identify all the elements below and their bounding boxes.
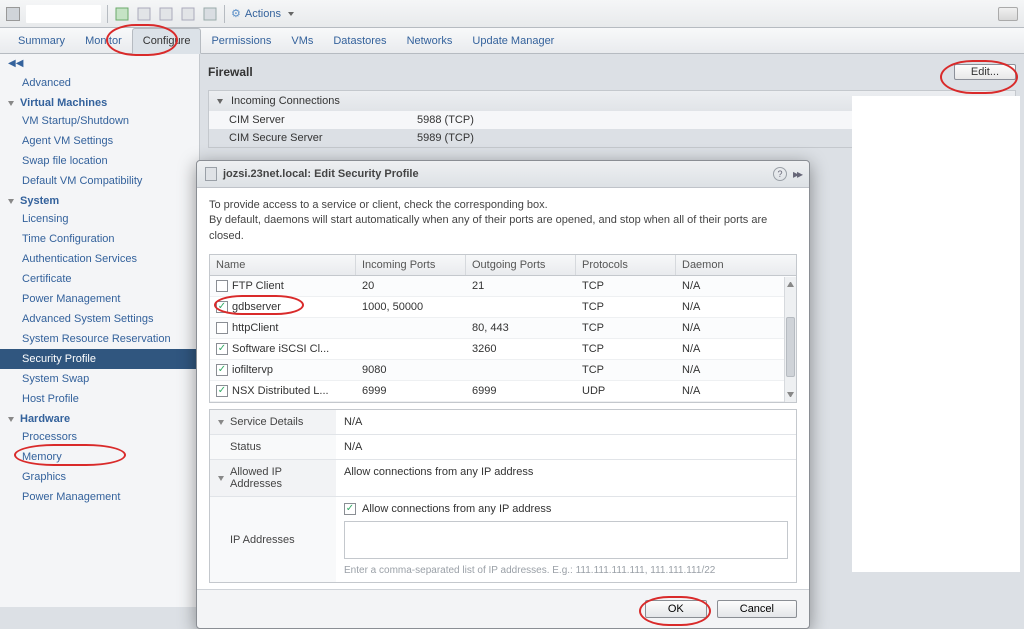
outgoing-ports: 6999 (466, 381, 576, 401)
table-row[interactable]: FTP Client 2021TCPN/A (210, 276, 796, 297)
service-name: Software iSCSI Cl... (232, 343, 329, 355)
dialog-intro: To provide access to a service or client… (209, 198, 797, 213)
protocols: TCP (576, 360, 676, 380)
scroll-down-icon[interactable] (787, 392, 794, 399)
table-row[interactable]: iofiltervp 9080 TCPN/A (210, 360, 796, 381)
incoming-ports: 20 (356, 276, 466, 296)
service-name: NSX Distributed L... (232, 385, 329, 397)
outgoing-ports (466, 366, 576, 374)
detail-panel: Service Details N/A Status N/A Allowed I… (209, 409, 797, 583)
table-body: FTP Client2021TCPN/Agdbserver1000, 50000… (210, 276, 796, 402)
col-protocols[interactable]: Protocols (576, 255, 676, 275)
ip-addresses-label: IP Addresses (210, 497, 336, 582)
protocols: TCP (576, 297, 676, 317)
table-row[interactable]: httpClient 80, 443TCPN/A (210, 318, 796, 339)
dialog-title: jozsi.23net.local: Edit Security Profile (223, 168, 767, 180)
col-outports[interactable]: Outgoing Ports (466, 255, 576, 275)
protocols: UDP (576, 381, 676, 401)
allowed-ip-value: Allow connections from any IP address (336, 460, 796, 496)
service-checkbox[interactable] (216, 343, 228, 355)
allow-any-checkbox-row[interactable]: Allow connections from any IP address (344, 503, 788, 515)
service-checkbox[interactable] (216, 385, 228, 397)
status-value: N/A (336, 435, 796, 459)
dialog-footer: OK Cancel (197, 589, 809, 628)
scroll-thumb[interactable] (786, 317, 795, 377)
ip-list-textarea[interactable] (344, 521, 788, 559)
daemon: N/A (676, 297, 796, 317)
service-name: iofiltervp (232, 364, 273, 376)
protocols: TCP (576, 339, 676, 359)
service-name: gdbserver (232, 301, 281, 313)
table-row[interactable]: gdbserver 1000, 50000 TCPN/A (210, 297, 796, 318)
status-label: Status (210, 435, 336, 459)
outgoing-ports: 80, 443 (466, 318, 576, 338)
incoming-ports (356, 324, 466, 332)
dialog-body: To provide access to a service or client… (197, 188, 809, 589)
allow-any-label: Allow connections from any IP address (362, 503, 551, 515)
service-checkbox[interactable] (216, 301, 228, 313)
allow-any-checkbox[interactable] (344, 503, 356, 515)
incoming-ports (356, 345, 466, 353)
daemon: N/A (676, 318, 796, 338)
protocols: TCP (576, 276, 676, 296)
outgoing-ports (466, 303, 576, 311)
daemon: N/A (676, 276, 796, 296)
table-row[interactable]: Software iSCSI Cl... 3260TCPN/A (210, 339, 796, 360)
service-details-value: N/A (336, 410, 796, 434)
incoming-ports: 6999 (356, 381, 466, 401)
scrollbar[interactable] (784, 277, 796, 402)
service-name: FTP Client (232, 280, 284, 292)
daemon: N/A (676, 360, 796, 380)
outgoing-ports: 21 (466, 276, 576, 296)
help-icon[interactable]: ? (773, 167, 787, 181)
services-table: Name Incoming Ports Outgoing Ports Proto… (209, 254, 797, 403)
service-checkbox[interactable] (216, 322, 228, 334)
scroll-up-icon[interactable] (787, 280, 794, 287)
col-daemon[interactable]: Daemon (676, 255, 796, 275)
host-icon (205, 167, 217, 181)
dialog-intro: By default, daemons will start automatic… (209, 213, 797, 244)
incoming-ports: 9080 (356, 360, 466, 380)
cancel-button[interactable]: Cancel (717, 600, 797, 618)
edit-security-profile-dialog: jozsi.23net.local: Edit Security Profile… (196, 160, 810, 629)
incoming-ports: 1000, 50000 (356, 297, 466, 317)
daemon: N/A (676, 339, 796, 359)
daemon: N/A (676, 381, 796, 401)
popout-icon[interactable]: ▸▸ (793, 167, 801, 181)
col-inports[interactable]: Incoming Ports (356, 255, 466, 275)
outgoing-ports: 3260 (466, 339, 576, 359)
chevron-down-icon (218, 476, 224, 481)
dialog-titlebar[interactable]: jozsi.23net.local: Edit Security Profile… (197, 161, 809, 188)
service-checkbox[interactable] (216, 364, 228, 376)
protocols: TCP (576, 318, 676, 338)
ok-button[interactable]: OK (645, 600, 707, 618)
service-name: httpClient (232, 322, 278, 334)
chevron-down-icon (218, 420, 224, 425)
col-name[interactable]: Name (210, 255, 356, 275)
allowed-ip-header[interactable]: Allowed IP Addresses (210, 460, 336, 496)
table-row[interactable]: NSX Distributed L...69996999UDPN/A (210, 381, 796, 402)
table-header: Name Incoming Ports Outgoing Ports Proto… (210, 255, 796, 276)
ip-hint: Enter a comma-separated list of IP addre… (344, 559, 788, 576)
ip-addresses-cell: Allow connections from any IP address En… (336, 497, 796, 582)
service-checkbox[interactable] (216, 280, 228, 292)
service-details-header[interactable]: Service Details (210, 410, 336, 434)
